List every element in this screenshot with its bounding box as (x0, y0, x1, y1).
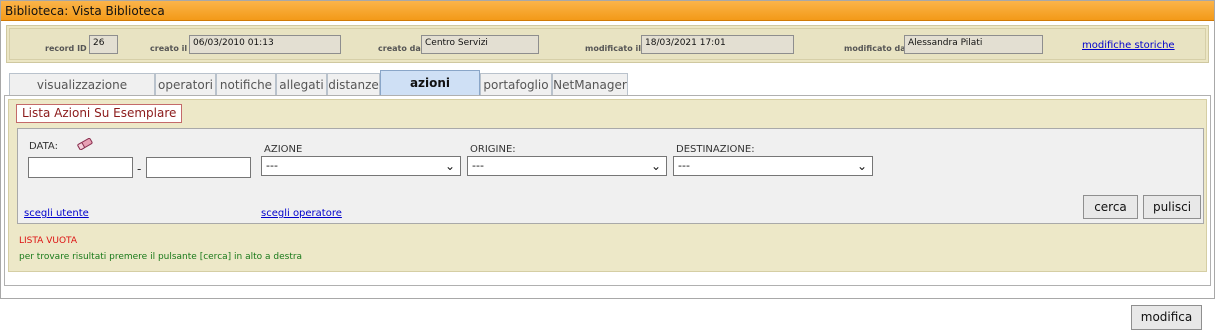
filter-box: DATA: - AZIONE --- ⌄ ORIGINE: --- ⌄ DEST… (17, 128, 1204, 224)
modified-by-value: Alessandra Pilati (904, 35, 1043, 54)
action-label: AZIONE (264, 144, 303, 155)
tab-notifiche[interactable]: notifiche (216, 73, 276, 96)
date-separator: - (137, 162, 142, 176)
record-id-label: record ID (45, 44, 87, 53)
search-button[interactable]: cerca (1083, 195, 1138, 219)
section-title: Lista Azioni Su Esemplare (16, 104, 183, 123)
created-label: creato il (150, 44, 188, 53)
action-select[interactable]: --- ⌄ (261, 156, 461, 176)
empty-list-title: LISTA VUOTA (19, 236, 77, 246)
window-title: Biblioteca: Vista Biblioteca (1, 1, 1214, 21)
created-by-value: Centro Servizi (421, 35, 539, 54)
date-label: DATA: (29, 141, 58, 152)
history-panel: Lista Azioni Su Esemplare DATA: - AZIONE (8, 99, 1207, 272)
tab-operatori[interactable]: operatori (155, 73, 216, 96)
modified-by-label: modificato da (844, 44, 906, 53)
chevron-down-icon: ⌄ (444, 159, 456, 173)
chevron-down-icon: ⌄ (856, 159, 868, 173)
main-window: Biblioteca: Vista Biblioteca record ID 2… (0, 0, 1215, 299)
tab-portafoglio[interactable]: portafoglio (480, 73, 552, 96)
destination-select[interactable]: --- ⌄ (673, 156, 873, 176)
tab-allegati[interactable]: allegati (276, 73, 327, 96)
tab-netmanager[interactable]: NetManager (552, 73, 628, 96)
choose-user-link[interactable]: scegli utente (24, 208, 89, 219)
clear-button[interactable]: pulisci (1143, 195, 1201, 219)
modified-value: 18/03/2021 17:01 (641, 35, 794, 54)
origin-select[interactable]: --- ⌄ (467, 156, 667, 176)
origin-label: ORIGINE: (470, 144, 516, 155)
record-info-bar: record ID 26 creato il 06/03/2010 01:13 … (6, 25, 1209, 63)
tab-panel: Lista Azioni Su Esemplare DATA: - AZIONE (4, 95, 1211, 286)
date-from-input[interactable] (28, 157, 133, 178)
history-link[interactable]: modifiche storiche (1082, 40, 1175, 51)
eraser-icon[interactable] (76, 137, 94, 151)
tab-visualizzazione-biblioteca[interactable]: visualizzazione biblioteca (9, 73, 155, 114)
destination-select-value: --- (678, 159, 690, 172)
choose-operator-link[interactable]: scegli operatore (261, 208, 342, 219)
modified-label: modificato il (585, 44, 641, 53)
chevron-down-icon: ⌄ (650, 159, 662, 173)
created-by-label: creato da (378, 44, 421, 53)
created-value: 06/03/2010 01:13 (189, 35, 341, 54)
tab-distanze[interactable]: distanze (327, 73, 380, 96)
modify-button[interactable]: modifica (1131, 305, 1202, 330)
empty-list-hint: per trovare risultati premere il pulsant… (19, 252, 303, 262)
origin-select-value: --- (472, 159, 484, 172)
destination-label: DESTINAZIONE: (676, 144, 755, 155)
tab-azioni-storiche[interactable]: azioni storiche (380, 70, 480, 114)
action-select-value: --- (266, 159, 278, 172)
record-id-value: 26 (89, 35, 118, 54)
date-to-input[interactable] (146, 157, 251, 178)
